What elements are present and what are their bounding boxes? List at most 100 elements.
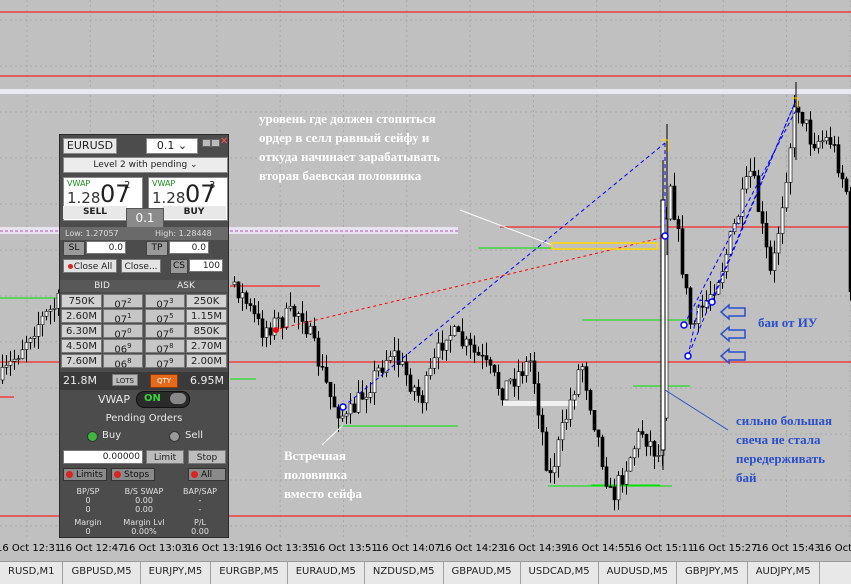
candle-body <box>32 336 37 339</box>
bid-price-cell[interactable]: 070 <box>103 324 143 340</box>
bid-volume-cell[interactable]: 2.60M <box>61 309 102 323</box>
candle-body <box>764 222 769 248</box>
cs-input[interactable]: 100 <box>189 259 223 272</box>
bid-price-cell[interactable]: 071 <box>103 309 143 325</box>
candle-body <box>780 207 785 234</box>
sl-button[interactable]: SL <box>63 241 85 256</box>
sl-input[interactable]: 0.0 <box>86 241 126 254</box>
sell-radio[interactable] <box>169 431 180 442</box>
ask-price-cell[interactable]: 075 <box>145 309 185 325</box>
bid-volume-cell[interactable]: 4.50M <box>61 339 102 353</box>
candle-body <box>464 338 469 347</box>
entry-point-icon <box>684 352 692 360</box>
pl-label: P/L <box>194 518 206 527</box>
sell-swap-value: 0.00 <box>135 505 153 514</box>
cs-button[interactable]: CS <box>170 259 188 274</box>
candle-body <box>532 360 537 384</box>
cancel-limits-button[interactable]: Limits <box>63 468 107 481</box>
tp-input[interactable]: 0.0 <box>169 241 209 254</box>
candle-body <box>812 143 817 149</box>
total-ask-volume: 6.95M <box>190 374 224 387</box>
annotation-pointer <box>664 389 729 431</box>
cancel-all-button[interactable]: All <box>188 468 226 481</box>
ask-price-cell[interactable]: 073 <box>145 294 185 310</box>
ask-volume-cell[interactable]: 850K <box>186 324 227 338</box>
candle-body <box>316 337 321 367</box>
time-axis-label: 16 Oct 12:31 <box>0 543 62 554</box>
chart-tab[interactable]: EURGBP,M5 <box>211 562 288 584</box>
ask-volume-cell[interactable]: 2.00M <box>186 354 227 368</box>
close-menu-button[interactable]: Close... <box>121 259 161 273</box>
time-axis-label: 16 Oct 12:47 <box>59 543 125 554</box>
candle-body <box>548 470 553 474</box>
buy-radio[interactable] <box>87 431 98 442</box>
close-icon[interactable]: ✕ <box>220 136 228 147</box>
low-value: Low: 1.27057 <box>65 229 119 238</box>
candle-body <box>564 418 569 423</box>
ask-price-cell[interactable]: 079 <box>145 354 185 370</box>
limit-button[interactable]: Limit <box>146 450 184 464</box>
chart-tab[interactable]: AUDUSD,M5 <box>599 562 677 584</box>
ask-price-cell[interactable]: 078 <box>145 339 185 355</box>
chevron-down-icon: ⌄ <box>190 160 198 170</box>
symbol-selector[interactable]: EURUSD <box>63 138 117 154</box>
candle-body <box>820 140 825 143</box>
chart-tab[interactable]: RUSD,M1 <box>0 562 64 584</box>
candle-body <box>432 357 437 369</box>
bid-volume-cell[interactable]: 6.30M <box>61 324 102 338</box>
candle-body <box>520 371 525 376</box>
cancel-stops-button[interactable]: Stops <box>111 468 155 481</box>
chart-tab[interactable]: NZDUSD,M5 <box>365 562 444 584</box>
chart-tab[interactable]: USDCAD,M5 <box>521 562 599 584</box>
candle-body <box>616 475 621 501</box>
chart-tab[interactable]: GBPJPY,M5 <box>677 562 748 584</box>
vwap-toggle[interactable]: ON <box>136 391 190 408</box>
bid-price-cell[interactable]: 069 <box>103 339 143 355</box>
candle-body <box>476 351 481 356</box>
ask-price-cell[interactable]: 076 <box>145 324 185 340</box>
arrow-left-icon <box>719 347 746 365</box>
lots-button[interactable]: LOTS <box>112 374 138 386</box>
chart-tab[interactable]: GBPUSD,M5 <box>63 562 141 584</box>
bid-price-cell[interactable]: 068 <box>103 354 143 370</box>
lot-size-input[interactable]: 0.1 ⌄ <box>146 138 198 154</box>
close-all-button[interactable]: Close All <box>63 259 117 273</box>
candle-body <box>388 356 393 361</box>
candle-body <box>304 321 309 335</box>
ask-volume-cell[interactable]: 2.70M <box>186 339 227 353</box>
candle-body <box>472 344 477 353</box>
ask-volume-cell[interactable]: 1.15M <box>186 309 227 323</box>
candle-body <box>576 369 581 395</box>
candle-body <box>36 324 41 337</box>
ask-header: ASK <box>144 280 228 292</box>
candle-body <box>672 185 677 220</box>
arrow-left-icon <box>719 303 746 321</box>
chart-tab[interactable]: AUDJPY,M5 <box>748 562 820 584</box>
chart-tab[interactable]: EURAUD,M5 <box>288 562 365 584</box>
time-axis-label: 16 Oct 14:39 <box>502 543 568 554</box>
chart-tab[interactable]: GBPAUD,M5 <box>444 562 521 584</box>
one-click-trading-panel: EURUSD 0.1 ⌄ ✕ Level 2 with pending ⌄ VW… <box>59 134 229 538</box>
sell-price-pip: 2 <box>124 180 131 191</box>
candle-body <box>424 375 429 404</box>
tp-button[interactable]: TP <box>146 241 168 256</box>
stop-button[interactable]: Stop <box>188 450 226 464</box>
window-icon[interactable] <box>202 139 211 147</box>
ask-volume-cell[interactable]: 250K <box>186 294 227 308</box>
restore-icon[interactable] <box>211 139 220 147</box>
bid-volume-cell[interactable]: 7.60M <box>61 354 102 368</box>
candle-body <box>696 305 701 324</box>
sell-vwap-label: VWAP <box>67 179 91 188</box>
bid-price-cell[interactable]: 072 <box>103 294 143 310</box>
depth-mode-dropdown[interactable]: Level 2 with pending ⌄ <box>63 157 228 173</box>
candle-body <box>620 475 625 485</box>
qty-button[interactable]: QTY <box>150 374 178 388</box>
cancel-icon <box>66 471 73 478</box>
chart-tabs-bar: RUSD,M1 GBPUSD,M5 EURJPY,M5 EURGBP,M5 EURAUD… <box>0 561 851 584</box>
pending-price-input[interactable]: 0.00000 <box>63 450 143 464</box>
candle-body <box>280 317 285 329</box>
chart-tab[interactable]: EURJPY,M5 <box>141 562 212 584</box>
bid-volume-cell[interactable]: 750K <box>61 294 102 308</box>
buy-swap-value: 0.00 <box>135 496 153 505</box>
buy-price-pip: 3 <box>209 180 216 191</box>
